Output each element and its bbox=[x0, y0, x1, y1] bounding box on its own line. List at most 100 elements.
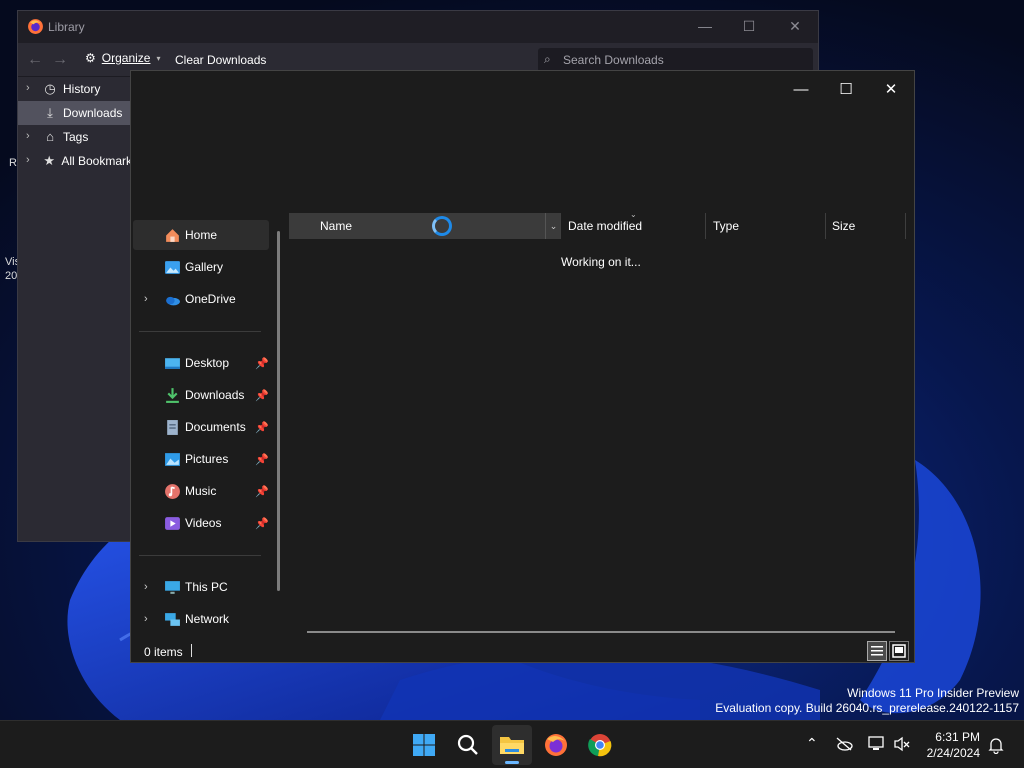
chevron-right-icon[interactable]: › bbox=[26, 130, 30, 142]
search-icon: ⌕ bbox=[544, 52, 551, 66]
tree-item-downloads[interactable]: ⤓ Downloads bbox=[18, 101, 138, 125]
onedrive-offline-icon[interactable] bbox=[835, 737, 853, 751]
chevron-right-icon[interactable]: › bbox=[26, 154, 30, 166]
watermark-line: Evaluation copy. Build 26040.rs_prerelea… bbox=[715, 701, 1019, 715]
nav-item-label: OneDrive bbox=[185, 292, 236, 306]
organize-button[interactable]: ⚙ Organize ▾ bbox=[85, 51, 160, 65]
volume-muted-icon[interactable] bbox=[893, 736, 911, 752]
download-icon bbox=[166, 388, 179, 403]
close-button[interactable]: ✕ bbox=[785, 18, 805, 36]
desktop-icon bbox=[165, 358, 180, 369]
pin-icon[interactable]: 📌 bbox=[255, 389, 269, 402]
tree-item-all-bookmarks[interactable]: › ★ All Bookmarks bbox=[18, 149, 138, 173]
clock-time: 6:31 PM bbox=[935, 730, 980, 744]
column-header-label: Name bbox=[320, 219, 353, 233]
network-icon[interactable] bbox=[868, 736, 886, 752]
status-separator bbox=[191, 644, 192, 657]
music-icon bbox=[165, 484, 180, 499]
file-dialog: — ☐ ✕ Home Gallery › OneDrive Desktop 📌 … bbox=[130, 70, 915, 663]
nav-item-label: This PC bbox=[185, 580, 228, 594]
minimize-button[interactable]: — bbox=[778, 75, 824, 105]
tree-item-label: Tags bbox=[63, 130, 89, 144]
clock-icon: ◷ bbox=[44, 81, 56, 96]
details-view-button[interactable] bbox=[867, 641, 887, 661]
pin-icon[interactable]: 📌 bbox=[255, 357, 269, 370]
active-indicator bbox=[505, 761, 519, 764]
column-header-name[interactable]: Name ⌄ bbox=[289, 213, 561, 239]
pin-icon[interactable]: 📌 bbox=[255, 453, 269, 466]
column-header-label: Size bbox=[832, 219, 856, 233]
taskbar: ⌃ 6:31 PM 2/24/2024 bbox=[0, 720, 1024, 768]
nav-item-label: Network bbox=[185, 612, 230, 626]
nav-item-pictures[interactable]: Pictures 📌 bbox=[133, 444, 269, 474]
tree-item-history[interactable]: › ◷ History bbox=[18, 77, 138, 101]
status-bar: 0 items bbox=[131, 641, 914, 663]
nav-item-onedrive[interactable]: › OneDrive bbox=[133, 284, 269, 314]
nav-item-videos[interactable]: Videos 📌 bbox=[133, 508, 269, 538]
pin-icon[interactable]: 📌 bbox=[255, 485, 269, 498]
maximize-button[interactable]: ☐ bbox=[823, 75, 869, 105]
library-titlebar[interactable]: Library — ☐ ✕ bbox=[18, 11, 818, 43]
close-button[interactable]: ✕ bbox=[868, 75, 914, 105]
taskbar-search-button[interactable] bbox=[448, 725, 488, 765]
nav-item-network[interactable]: › Network bbox=[133, 604, 269, 634]
column-header-size[interactable]: Size bbox=[826, 213, 906, 239]
forward-arrow-icon[interactable]: → bbox=[52, 51, 68, 69]
column-header-date[interactable]: Date modified bbox=[562, 213, 706, 239]
minimize-button[interactable]: — bbox=[695, 18, 715, 36]
nav-item-home[interactable]: Home bbox=[133, 220, 269, 250]
back-arrow-icon[interactable]: ← bbox=[27, 51, 43, 69]
nav-divider bbox=[139, 555, 261, 556]
chevron-right-icon[interactable]: › bbox=[144, 581, 148, 593]
navigation-pane: Home Gallery › OneDrive Desktop 📌 Downlo… bbox=[131, 218, 281, 636]
nav-item-label: Downloads bbox=[185, 388, 245, 402]
nav-item-label: Music bbox=[185, 484, 217, 498]
navigation-scrollbar[interactable] bbox=[277, 231, 280, 591]
gallery-icon bbox=[165, 261, 180, 274]
home-icon bbox=[166, 229, 179, 242]
nav-item-this-pc[interactable]: › This PC bbox=[133, 572, 269, 602]
nav-item-music[interactable]: Music 📌 bbox=[133, 476, 269, 506]
column-header-type[interactable]: Type bbox=[706, 213, 826, 239]
nav-divider bbox=[139, 331, 261, 332]
tree-item-label: All Bookmarks bbox=[61, 154, 138, 168]
library-tree: › ◷ History ⤓ Downloads › ⌂ Tags › ★ All… bbox=[18, 77, 138, 173]
tiles-view-button[interactable] bbox=[889, 641, 909, 661]
search-placeholder: Search Downloads bbox=[563, 53, 664, 67]
pin-icon[interactable]: 📌 bbox=[255, 421, 269, 434]
horizontal-scrollbar[interactable] bbox=[307, 631, 895, 633]
maximize-button[interactable]: ☐ bbox=[739, 18, 759, 36]
clock[interactable]: 6:31 PM 2/24/2024 bbox=[918, 729, 980, 761]
tree-item-label: Downloads bbox=[63, 106, 123, 120]
taskbar-chrome[interactable] bbox=[580, 725, 620, 765]
nav-item-desktop[interactable]: Desktop 📌 bbox=[133, 348, 269, 378]
chevron-right-icon[interactable]: › bbox=[26, 82, 30, 94]
start-button[interactable] bbox=[404, 725, 444, 765]
nav-item-documents[interactable]: Documents 📌 bbox=[133, 412, 269, 442]
tree-item-tags[interactable]: › ⌂ Tags bbox=[18, 125, 138, 149]
pin-icon[interactable]: 📌 bbox=[255, 517, 269, 530]
chrome-icon bbox=[588, 734, 612, 757]
item-count: 0 items bbox=[144, 645, 183, 659]
search-input[interactable]: ⌕ Search Downloads bbox=[538, 48, 813, 72]
clock-date: 2/24/2024 bbox=[926, 746, 980, 760]
nav-item-downloads[interactable]: Downloads 📌 bbox=[133, 380, 269, 410]
network-icon bbox=[165, 613, 180, 626]
nav-item-label: Videos bbox=[185, 516, 222, 530]
tree-item-label: History bbox=[63, 82, 101, 96]
chevron-right-icon[interactable]: › bbox=[144, 293, 148, 305]
nav-item-gallery[interactable]: Gallery bbox=[133, 252, 269, 282]
taskbar-firefox[interactable] bbox=[536, 725, 576, 765]
library-title: Library bbox=[48, 20, 85, 34]
chevron-down-icon[interactable]: ⌄ bbox=[545, 213, 561, 239]
onedrive-icon bbox=[166, 296, 180, 306]
clear-downloads-button[interactable]: Clear Downloads bbox=[175, 53, 266, 67]
notification-bell-icon[interactable] bbox=[988, 736, 1004, 754]
tiles-view-icon bbox=[892, 644, 906, 658]
chevron-down-icon: ▾ bbox=[156, 53, 161, 63]
chevron-up-icon[interactable]: ⌃ bbox=[806, 735, 818, 752]
chevron-right-icon[interactable]: › bbox=[144, 613, 148, 625]
desktop-label-fragment: 20 bbox=[5, 270, 18, 282]
taskbar-file-explorer[interactable] bbox=[492, 725, 532, 765]
download-icon: ⤓ bbox=[47, 105, 53, 120]
